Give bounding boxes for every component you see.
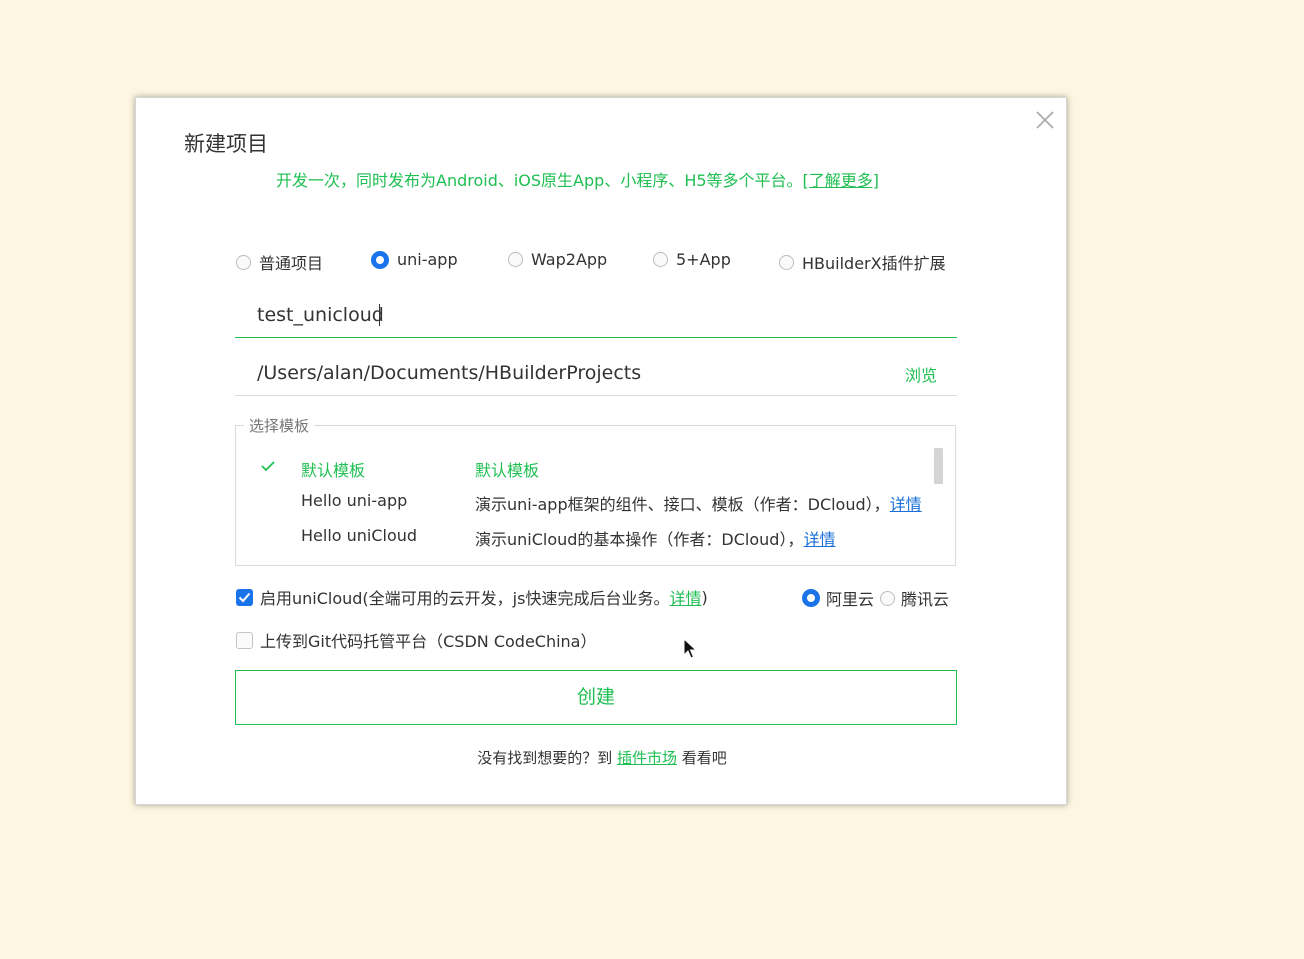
footer-prefix: 没有找到想要的？到 — [477, 749, 617, 767]
type-option-normal[interactable]: 普通项目 — [236, 250, 323, 274]
close-button[interactable] — [1033, 108, 1057, 132]
check-icon — [261, 461, 275, 472]
mouse-pointer-icon — [683, 638, 698, 659]
project-path-field: 浏览 — [235, 352, 957, 396]
type-option-uni-app[interactable]: uni-app — [371, 250, 458, 269]
radio-hbuilderx-plugin[interactable] — [779, 254, 794, 270]
template-name: 默认模板 — [301, 461, 366, 480]
template-scrollbar[interactable] — [934, 448, 943, 484]
footer-suffix: 看看吧 — [677, 749, 727, 767]
radio-wap2app[interactable] — [508, 252, 523, 267]
type-label-uni-app: uni-app — [397, 250, 458, 269]
git-upload-option: 上传到Git代码托管平台（CSDN CodeChina） — [236, 628, 597, 652]
template-name: Hello uniCloud — [301, 526, 418, 545]
template-row-hello-uni-app[interactable]: Hello uni-app 演示uni-app框架的组件、接口、模板（作者：DC… — [236, 491, 926, 517]
subtitle-text: 开发一次，同时发布为Android、iOS原生App、小程序、H5等多个平台。 — [276, 171, 803, 190]
learn-more-link[interactable]: [了解更多] — [803, 171, 880, 190]
dialog-subtitle: 开发一次，同时发布为Android、iOS原生App、小程序、H5等多个平台。[… — [276, 167, 879, 191]
template-row-default[interactable]: 默认模板 默认模板 — [236, 457, 926, 483]
type-option-5plus-app[interactable]: 5+App — [653, 250, 731, 269]
template-desc-container: 演示uniCloud的基本操作（作者：DCloud），详情 — [475, 526, 925, 550]
unicloud-checkbox[interactable] — [236, 588, 253, 606]
template-selector: 选择模板 默认模板 默认模板 Hello uni-app 演示uni-app框架… — [235, 415, 956, 566]
type-label-5plus-app: 5+App — [676, 250, 731, 269]
template-row-hello-unicloud[interactable]: Hello uniCloud 演示uniCloud的基本操作（作者：DCloud… — [236, 526, 926, 552]
template-legend: 选择模板 — [244, 415, 315, 436]
plugin-market-link[interactable]: 插件市场 — [617, 749, 677, 767]
unicloud-option: 启用uniCloud(全端可用的云开发，js快速完成后台业务。 详情) — [236, 585, 708, 609]
type-label-wap2app: Wap2App — [531, 250, 608, 269]
template-name: Hello uni-app — [301, 491, 408, 510]
template-desc: 演示uniCloud的基本操作（作者：DCloud）， — [475, 530, 804, 549]
unicloud-label-suffix: ) — [701, 587, 708, 607]
provider-label-aliyun: 阿里云 — [826, 590, 875, 609]
radio-5plus-app[interactable] — [653, 252, 668, 267]
radio-uni-app[interactable] — [371, 250, 389, 269]
checkmark-icon — [238, 592, 251, 602]
text-caret — [379, 304, 380, 326]
project-name-input[interactable] — [257, 300, 877, 330]
project-path-input[interactable] — [257, 358, 877, 388]
provider-aliyun[interactable]: 阿里云 — [802, 586, 874, 610]
provider-tencent[interactable]: 腾讯云 — [880, 586, 949, 610]
radio-tencent[interactable] — [880, 590, 895, 606]
radio-normal[interactable] — [236, 254, 251, 270]
project-type-group: 普通项目 uni-app Wap2App 5+App HBuilderX插件扩展 — [236, 250, 976, 276]
browse-button[interactable]: 浏览 — [905, 362, 937, 386]
type-label-normal: 普通项目 — [259, 254, 324, 273]
radio-aliyun[interactable] — [802, 589, 820, 607]
template-detail-link[interactable]: 详情 — [803, 530, 835, 549]
dialog-title: 新建项目 — [184, 132, 268, 156]
type-label-hbuilderx-plugin: HBuilderX插件扩展 — [802, 254, 946, 273]
template-desc: 默认模板 — [475, 461, 540, 480]
provider-label-tencent: 腾讯云 — [901, 590, 950, 609]
template-detail-link[interactable]: 详情 — [890, 495, 922, 514]
type-option-hbuilderx-plugin[interactable]: HBuilderX插件扩展 — [779, 250, 946, 274]
template-desc-container: 演示uni-app框架的组件、接口、模板（作者：DCloud），详情 — [475, 491, 925, 515]
create-button[interactable]: 创建 — [235, 670, 957, 725]
project-name-field — [235, 294, 957, 338]
unicloud-label: 启用uniCloud(全端可用的云开发，js快速完成后台业务。 — [260, 589, 670, 608]
template-desc: 演示uni-app框架的组件、接口、模板（作者：DCloud）， — [475, 495, 890, 514]
unicloud-detail-link[interactable]: 详情 — [669, 585, 701, 609]
close-icon — [1036, 111, 1054, 129]
footer-hint: 没有找到想要的？到 插件市场 看看吧 — [136, 747, 1068, 768]
git-upload-label: 上传到Git代码托管平台（CSDN CodeChina） — [260, 632, 597, 651]
type-option-wap2app[interactable]: Wap2App — [508, 250, 607, 269]
new-project-dialog: 新建项目 开发一次，同时发布为Android、iOS原生App、小程序、H5等多… — [135, 97, 1067, 805]
git-upload-checkbox[interactable] — [236, 631, 253, 649]
